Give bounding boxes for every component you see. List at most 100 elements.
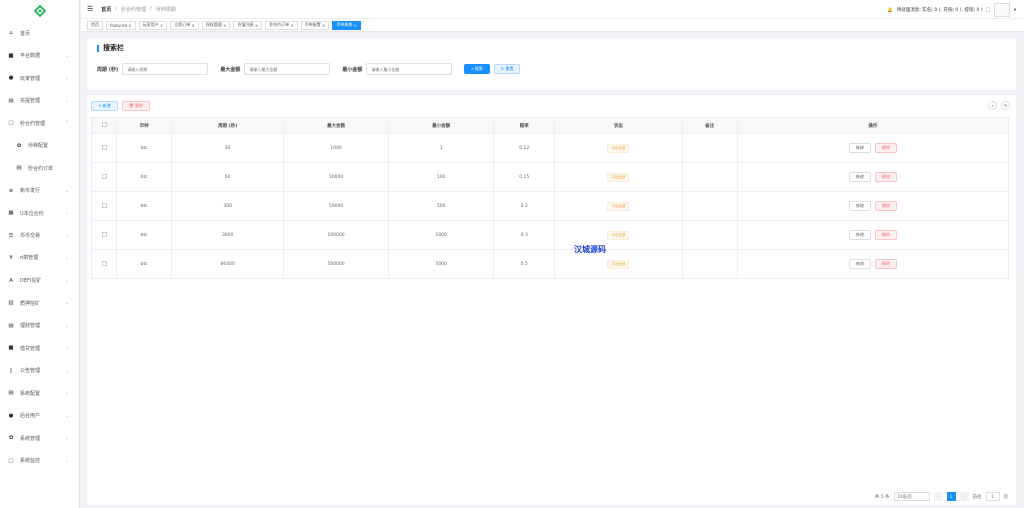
- sidebar-item[interactable]: ✿ 币种配置: [0, 135, 79, 158]
- coin-cell: btc: [115, 220, 173, 250]
- delete-row-button[interactable]: 删除: [874, 259, 897, 269]
- page-1-button[interactable]: 1: [946, 492, 956, 501]
- table-row: btc 60 10000 100 0.15 平台全部 修改 删除: [91, 162, 1010, 192]
- edit-button[interactable]: 修改: [848, 172, 871, 182]
- next-page-button[interactable]: ›: [959, 492, 969, 501]
- close-icon[interactable]: ×: [127, 23, 131, 28]
- edit-button[interactable]: 修改: [848, 143, 871, 153]
- sidebar-item[interactable]: ■ 平台数据 ⌄: [0, 45, 79, 68]
- edit-button[interactable]: 修改: [848, 259, 871, 269]
- odds-cell: 0.2: [493, 191, 556, 221]
- refresh-icon[interactable]: ↻: [1001, 101, 1010, 110]
- delete-row-button[interactable]: 删除: [874, 143, 897, 153]
- sidebar-item[interactable]: ■ 借贷管理 ⌄: [0, 337, 79, 360]
- row-checkbox[interactable]: [101, 231, 107, 237]
- min-amount-label: 最小金额: [342, 66, 363, 73]
- sidebar-item[interactable]: ▥ 质押挖矿 ⌄: [0, 292, 79, 315]
- column-header: 赔率: [493, 117, 556, 134]
- prev-page-button[interactable]: ‹: [933, 492, 943, 501]
- actions-cell: 修改 删除: [736, 249, 1010, 279]
- table-row: btc 30 1000 1 0.12 平台全部 修改 删除: [91, 133, 1010, 163]
- reset-button[interactable]: ↻ 重置: [493, 64, 521, 74]
- delete-row-button[interactable]: 删除: [874, 172, 897, 182]
- max-amount-input[interactable]: [244, 63, 331, 75]
- coin-cell: btc: [115, 191, 173, 221]
- logo[interactable]: [0, 0, 79, 22]
- select-all-checkbox[interactable]: [101, 122, 107, 127]
- row-checkbox[interactable]: [101, 202, 107, 208]
- max-amount-cell: 100000: [283, 220, 390, 250]
- close-icon[interactable]: ×: [222, 23, 226, 28]
- row-select-cell: [91, 191, 117, 221]
- delete-button[interactable]: 🗑 删除: [121, 101, 150, 111]
- page-size-select[interactable]: 10条/页: [893, 492, 930, 501]
- notice-text[interactable]: 待处理消息: 实名( 0 ), 充值( 0 ), 提现( 0 ): [897, 7, 983, 13]
- close-icon[interactable]: ×: [289, 23, 293, 28]
- sidebar-item[interactable]: ▤ 理财管理 ⌄: [0, 315, 79, 338]
- close-icon[interactable]: ×: [159, 23, 163, 28]
- sidebar-item[interactable]: ¥ ក搞管理 ⌄: [0, 247, 79, 270]
- row-checkbox[interactable]: [101, 144, 107, 150]
- min-amount-input[interactable]: [366, 63, 453, 75]
- column-header: 周期 (秒): [171, 117, 285, 134]
- sidebar-item[interactable]: ⌂ 首页: [0, 22, 79, 45]
- sidebar-item[interactable]: ▤ 秒合约订单: [0, 157, 79, 180]
- edit-button[interactable]: 修改: [848, 230, 871, 240]
- tag-tab[interactable]: 授权管理 ×: [201, 20, 231, 30]
- close-icon[interactable]: ×: [352, 23, 357, 28]
- tag-tab[interactable]: 币种配置 ×: [300, 20, 330, 30]
- sidebar-item[interactable]: ▢ 秒合约管理 ⌃: [0, 112, 79, 135]
- bell-icon[interactable]: 🔔: [887, 8, 893, 13]
- add-button[interactable]: + 新增: [91, 101, 118, 111]
- tag-tab[interactable]: 玩家用户 ×: [138, 20, 168, 30]
- breadcrumb-parent[interactable]: 秒合约管理: [121, 6, 146, 13]
- row-select-cell: [91, 162, 117, 192]
- breadcrumb-home[interactable]: 首页: [101, 6, 111, 13]
- delete-row-button[interactable]: 删除: [874, 230, 897, 240]
- sidebar-item[interactable]: ✿ 系统管理 ⌄: [0, 427, 79, 450]
- sidebar-item[interactable]: A DEFI挖矿 ⌄: [0, 270, 79, 293]
- fullscreen-icon[interactable]: ⛶: [987, 7, 990, 13]
- coin-cell: btc: [115, 249, 173, 279]
- monitor-icon: ▢: [8, 120, 14, 127]
- actions-cell: 修改 删除: [736, 191, 1010, 221]
- tag-tab[interactable]: 立即订单 ×: [170, 20, 199, 30]
- sidebar-item[interactable]: ▢ 系统监控 ⌄: [0, 450, 79, 473]
- row-checkbox[interactable]: [101, 260, 107, 266]
- search-button[interactable]: ⌕ 搜索: [464, 64, 490, 74]
- sidebar-item[interactable]: ☰ 币币交易 ⌄: [0, 225, 79, 248]
- search-toggle-icon[interactable]: ⌕: [988, 101, 997, 110]
- actions-cell: 修改 删除: [736, 133, 1010, 163]
- sidebar-item[interactable]: ● 后台用户 ⌄: [0, 405, 79, 428]
- tag-label: featured: [110, 22, 127, 28]
- status-badge: 平台全部: [607, 259, 630, 269]
- gear-icon: ✿: [16, 142, 22, 149]
- tag-tab[interactable]: 首页: [87, 20, 103, 30]
- delete-row-button[interactable]: 删除: [874, 201, 897, 211]
- chevron-icon: ⌄: [64, 367, 69, 374]
- hamburger-icon[interactable]: ☰: [87, 5, 93, 13]
- sidebar-item[interactable]: ▦ U本位合约 ⌄: [0, 202, 79, 225]
- sidebar-item[interactable]: ▤ 充提管理 ⌄: [0, 90, 79, 113]
- tag-tab[interactable]: 充值列表 ×: [233, 20, 263, 30]
- page-unit: 页: [1003, 494, 1009, 500]
- period-input[interactable]: [122, 63, 209, 75]
- close-icon[interactable]: ×: [321, 23, 325, 28]
- sidebar-item[interactable]: ≡ 新币发行 ⌄: [0, 180, 79, 203]
- close-icon[interactable]: ×: [190, 23, 195, 28]
- edit-button[interactable]: 修改: [848, 201, 871, 211]
- row-checkbox[interactable]: [101, 173, 107, 179]
- odds-cell: 0.5: [493, 249, 556, 279]
- tag-tab[interactable]: 币种周期 ×: [332, 20, 361, 30]
- sidebar-item[interactable]: ▤ 系统配置 ⌄: [0, 382, 79, 405]
- sidebar-item[interactable]: ▯ 公告管理 ⌄: [0, 360, 79, 383]
- chevron-down-icon[interactable]: ▾: [1014, 8, 1016, 13]
- sidebar-item-label: 公告管理: [20, 368, 41, 375]
- avatar[interactable]: [993, 3, 1010, 17]
- chevron-icon: ⌄: [64, 390, 69, 397]
- tag-tab[interactable]: featured ×: [106, 20, 136, 30]
- tag-tab[interactable]: 秒合约订单 ×: [265, 20, 298, 30]
- sidebar-item[interactable]: ● 玩家管理 ⌄: [0, 67, 79, 90]
- goto-page-input[interactable]: 1: [985, 492, 1000, 501]
- close-icon[interactable]: ×: [253, 23, 258, 28]
